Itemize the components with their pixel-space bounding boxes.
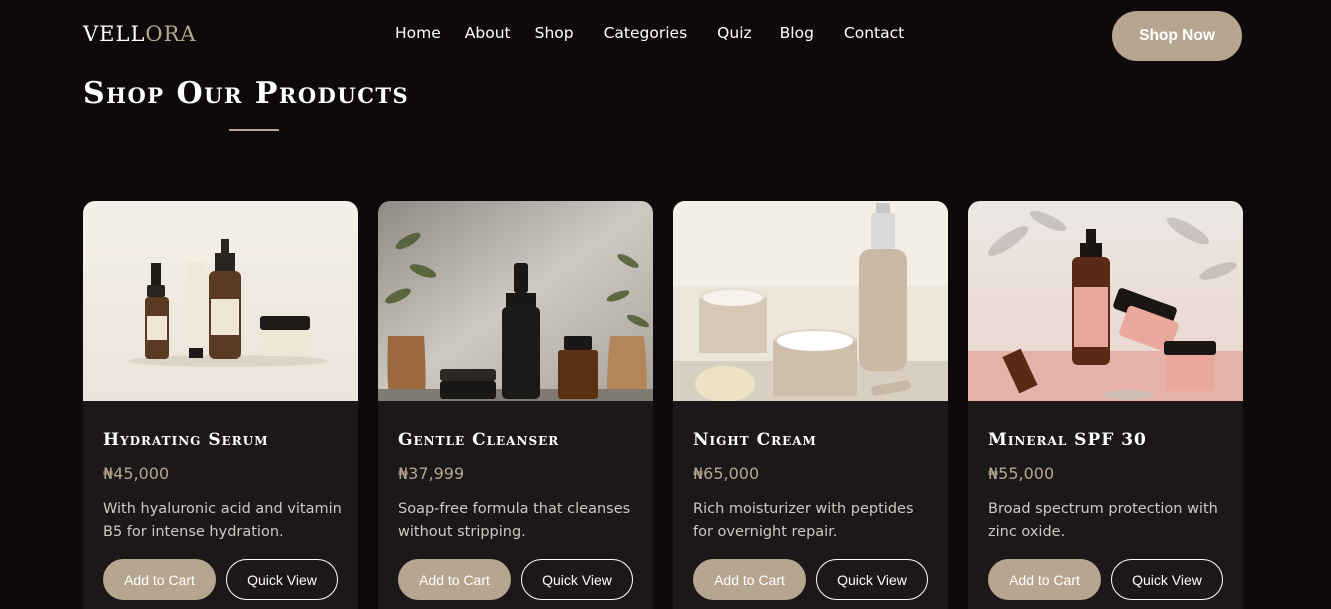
product-image-spf[interactable] xyxy=(968,201,1243,401)
add-to-cart-button[interactable]: Add to Cart xyxy=(988,559,1101,600)
quick-view-button[interactable]: Quick View xyxy=(226,559,338,600)
shop-now-button[interactable]: Shop Now xyxy=(1112,11,1242,61)
main-nav: Home About Shop Categories Quiz Blog Con… xyxy=(395,24,904,42)
product-description: Broad spectrum protection with zinc oxid… xyxy=(988,501,1218,540)
nav-link-shop[interactable]: Shop xyxy=(535,24,574,42)
logo-primary: VELL xyxy=(83,22,146,46)
nav-link-home[interactable]: Home xyxy=(395,24,441,42)
quick-view-button[interactable]: Quick View xyxy=(521,559,633,600)
product-description: Rich moisturizer with peptides for overn… xyxy=(693,501,914,540)
section-title: Shop Our Products xyxy=(83,76,410,111)
nav-link-categories[interactable]: Categories xyxy=(604,24,688,42)
nav-link-about[interactable]: About xyxy=(465,24,511,42)
add-to-cart-button[interactable]: Add to Cart xyxy=(103,559,216,600)
product-card: Night Cream ₦65,000 Rich moisturizer wit… xyxy=(673,201,948,609)
product-price: ₦45,000 xyxy=(103,464,170,483)
product-title[interactable]: Mineral SPF 30 xyxy=(988,430,1147,450)
nav-link-contact[interactable]: Contact xyxy=(844,24,904,42)
product-title[interactable]: Gentle Cleanser xyxy=(398,430,559,450)
product-card: Hydrating Serum ₦45,000 With hyaluronic … xyxy=(83,201,358,609)
quick-view-button[interactable]: Quick View xyxy=(816,559,928,600)
title-divider xyxy=(229,129,279,131)
product-image-cleanser[interactable] xyxy=(378,201,653,401)
product-card: Mineral SPF 30 ₦55,000 Broad spectrum pr… xyxy=(968,201,1243,609)
product-title[interactable]: Hydrating Serum xyxy=(103,430,268,450)
add-to-cart-button[interactable]: Add to Cart xyxy=(398,559,511,600)
quick-view-button[interactable]: Quick View xyxy=(1111,559,1223,600)
navbar: VELLORA Home About Shop Categories Quiz … xyxy=(0,0,1331,72)
product-description: Soap-free formula that cleanses without … xyxy=(398,501,631,540)
product-image-serum[interactable] xyxy=(83,201,358,401)
product-price: ₦37,999 xyxy=(398,464,465,483)
nav-link-blog[interactable]: Blog xyxy=(780,24,814,42)
product-image-night-cream[interactable] xyxy=(673,201,948,401)
product-card: Gentle Cleanser ₦37,999 Soap-free formul… xyxy=(378,201,653,609)
add-to-cart-button[interactable]: Add to Cart xyxy=(693,559,806,600)
product-description: With hyaluronic acid and vitamin B5 for … xyxy=(103,501,342,540)
nav-link-quiz[interactable]: Quiz xyxy=(717,24,751,42)
product-title[interactable]: Night Cream xyxy=(693,430,817,450)
product-price: ₦65,000 xyxy=(693,464,760,483)
brand-logo[interactable]: VELLORA xyxy=(83,22,197,46)
logo-accent: ORA xyxy=(145,22,197,46)
product-price: ₦55,000 xyxy=(988,464,1055,483)
